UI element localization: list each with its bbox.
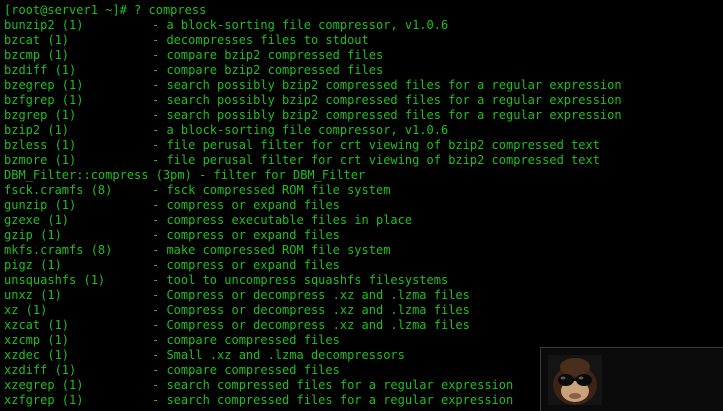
man-entry-description: - a block-sorting file compressor, v1.0.…: [152, 123, 449, 137]
man-entry-row: unsquashfs (1) - tool to uncompress squas…: [4, 273, 719, 288]
man-entry-row: bzmore (1) - file perusal filter for crt …: [4, 153, 719, 168]
man-entry-description: - search compressed files for a regular …: [152, 393, 514, 407]
man-entry-description: - Compress or decompress .xz and .lzma f…: [152, 288, 470, 302]
man-entry-description: - compare bzip2 compressed files: [152, 48, 384, 62]
man-entry-name: bzcmp (1): [4, 48, 70, 62]
man-entry-description: - search compressed files for a regular …: [152, 378, 514, 392]
man-entry-description: - search possibly bzip2 compressed files…: [152, 78, 622, 92]
man-entry-row: fsck.cramfs (8) - fsck compressed ROM fil…: [4, 183, 719, 198]
overlay-panel: [607, 352, 717, 407]
avatar-graphic: [553, 358, 597, 405]
man-entry-name: bzegrep (1): [4, 78, 84, 92]
man-entry-description: - fsck compressed ROM file system: [152, 183, 391, 197]
man-entry-description: - search possibly bzip2 compressed files…: [152, 93, 622, 107]
man-entry-row: pigz (1) - compress or expand files: [4, 258, 719, 273]
man-entry-name: pigz (1): [4, 258, 62, 272]
man-entry-row: xzcmp (1) - compare compressed files: [4, 333, 719, 348]
man-entry-description: - compare compressed files: [152, 333, 340, 347]
monkey-sunglasses-icon: [548, 355, 602, 405]
man-entry-description: - compare compressed files: [152, 363, 340, 377]
command-prompt-text: [root@server1 ~]# ? compress: [4, 3, 207, 17]
man-entry-row: bzip2 (1) - a block-sorting file compress…: [4, 123, 719, 138]
man-entry-name: xzcmp (1): [4, 333, 70, 347]
man-entry-row: bzfgrep (1) - search possibly bzip2 compr…: [4, 93, 719, 108]
man-entry-description: - Compress or decompress .xz and .lzma f…: [152, 303, 470, 317]
man-entry-name: xzcat (1): [4, 318, 70, 332]
man-entry-name: unxz (1): [4, 288, 62, 302]
man-entry-name: xzdec (1): [4, 348, 70, 362]
man-entry-name: bzip2 (1): [4, 123, 70, 137]
man-entry-description: - decompresses files to stdout: [152, 33, 369, 47]
man-entry-row: bzdiff (1) - compare bzip2 compressed fil…: [4, 63, 719, 78]
man-entry-row: gzexe (1) - compress executable files in …: [4, 213, 719, 228]
man-entry-name: xzegrep (1): [4, 378, 84, 392]
man-entry-row: unxz (1) - Compress or decompress .xz and…: [4, 288, 719, 303]
man-entry-name: gzexe (1): [4, 213, 70, 227]
man-entry-description: - compress or expand files: [152, 228, 340, 242]
man-entry-description: - compress or expand files: [152, 258, 340, 272]
man-entry-row: bzcmp (1) - compare bzip2 compressed file…: [4, 48, 719, 63]
terminal-window[interactable]: [root@server1 ~]# ? compress bunzip2 (1) -…: [0, 0, 723, 411]
man-entry-name: bzgrep (1): [4, 108, 77, 122]
man-entry-row: bzless (1) - file perusal filter for crt …: [4, 138, 719, 153]
man-entry-row: bzgrep (1) - search possibly bzip2 compre…: [4, 108, 719, 123]
command-prompt: [root@server1 ~]# ? compress: [4, 3, 719, 18]
man-entry-name: bzless (1): [4, 138, 77, 152]
man-entry-full-text: DBM_Filter::compress (3pm) - filter for …: [4, 168, 366, 182]
man-entry-row: bzcat (1) - decompresses files to stdout: [4, 33, 719, 48]
man-entry-row: bzegrep (1) - search possibly bzip2 compr…: [4, 78, 719, 93]
man-entry-full: DBM_Filter::compress (3pm) - filter for …: [4, 168, 719, 183]
man-entry-name: bzdiff (1): [4, 63, 77, 77]
man-entry-description: - tool to uncompress squashfs filesystem…: [152, 273, 449, 287]
man-entry-description: - file perusal filter for crt viewing of…: [152, 138, 600, 152]
man-entry-description: - file perusal filter for crt viewing of…: [152, 153, 600, 167]
man-entry-row: gzip (1) - compress or expand files: [4, 228, 719, 243]
man-entry-name: unsquashfs (1): [4, 273, 106, 287]
man-entry-name: xzdiff (1): [4, 363, 77, 377]
man-entry-description: - Small .xz and .lzma decompressors: [152, 348, 405, 362]
man-entry-row: bunzip2 (1) - a block-sorting file compre…: [4, 18, 719, 33]
man-entry-description: - compress or expand files: [152, 198, 340, 212]
man-entry-row: gunzip (1) - compress or expand files: [4, 198, 719, 213]
man-entry-name: bzmore (1): [4, 153, 77, 167]
man-entry-description: - Compress or decompress .xz and .lzma f…: [152, 318, 470, 332]
man-entry-description: - compress executable files in place: [152, 213, 413, 227]
man-entry-name: bzcat (1): [4, 33, 70, 47]
man-entry-row: mkfs.cramfs (8) - make compressed ROM fil…: [4, 243, 719, 258]
man-entry-name: bunzip2 (1): [4, 18, 84, 32]
man-entry-name: mkfs.cramfs (8): [4, 243, 113, 257]
man-entry-name: gzip (1): [4, 228, 62, 242]
man-entry-description: - search possibly bzip2 compressed files…: [152, 108, 622, 122]
man-entry-row: xz (1) - Compress or decompress .xz and .…: [4, 303, 719, 318]
man-entry-description: - compare bzip2 compressed files: [152, 63, 384, 77]
man-entry-name: bzfgrep (1): [4, 93, 84, 107]
man-entry-name: xz (1): [4, 303, 48, 317]
webcam-overlay: [540, 347, 723, 411]
man-entry-row: xzcat (1) - Compress or decompress .xz an…: [4, 318, 719, 333]
man-entry-name: xzfgrep (1): [4, 393, 84, 407]
man-entry-description: - a block-sorting file compressor, v1.0.…: [152, 18, 449, 32]
man-entry-description: - make compressed ROM file system: [152, 243, 391, 257]
man-entry-name: fsck.cramfs (8): [4, 183, 113, 197]
man-entry-name: gunzip (1): [4, 198, 77, 212]
